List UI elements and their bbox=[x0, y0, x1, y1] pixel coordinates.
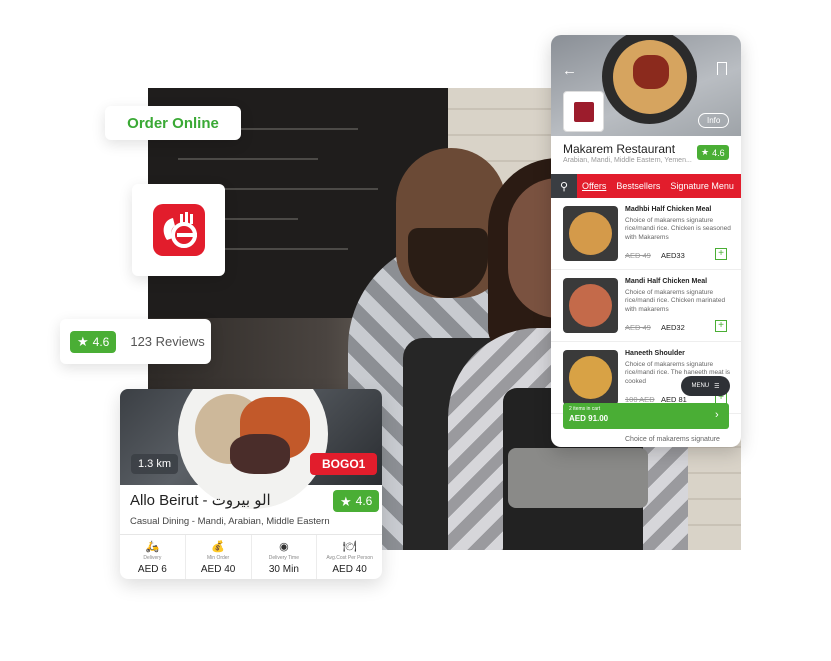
add-item-button[interactable]: + bbox=[715, 320, 727, 332]
dish-image bbox=[563, 206, 618, 261]
restaurant-cuisines: Arabian, Mandi, Middle Eastern, Yemen... bbox=[563, 157, 692, 164]
back-arrow-icon[interactable]: ← bbox=[562, 62, 577, 79]
star-icon: ★ bbox=[77, 334, 89, 349]
cart-total: AED 91.00 bbox=[569, 414, 609, 423]
rating-score: 4.6 bbox=[92, 334, 110, 349]
dish-name: Madhbi Half Chicken Meal bbox=[625, 206, 712, 213]
dish-price: AED33 bbox=[661, 251, 685, 260]
chevron-right-icon: › bbox=[715, 409, 719, 421]
dish-description: Choice of makarems signature rice/mandi … bbox=[625, 217, 731, 241]
dish-description: Choice of makarems signature rice/mandi … bbox=[625, 289, 726, 313]
min-order-icon: 💰 bbox=[211, 541, 225, 553]
stat-avg-cost: 🍽 Avg.Cost Per Person AED 40 bbox=[317, 535, 382, 579]
search-icon[interactable]: ⚲ bbox=[551, 174, 577, 198]
phone-restaurant-screen: ← Info Makarem Restaurant Arabian, Mandi… bbox=[551, 35, 741, 447]
stat-value: AED 40 bbox=[332, 564, 367, 575]
restaurant-category: Casual Dining - Mandi, Arabian, Middle E… bbox=[130, 516, 330, 527]
stat-value: AED 6 bbox=[137, 564, 167, 575]
restaurant-rating: 4.6 bbox=[355, 494, 373, 508]
stat-delivery: 🛵 Delivery AED 6 bbox=[120, 535, 186, 579]
dish-price: AED32 bbox=[661, 323, 685, 332]
dish-old-price: AED 49 bbox=[625, 251, 651, 260]
avg-cost-icon: 🍽 bbox=[342, 541, 357, 553]
restaurant-name: Allo Beirut - الو بيروت bbox=[130, 492, 271, 509]
menu-item[interactable]: Mandi Half Chicken Meal Choice of makare… bbox=[551, 270, 741, 342]
star-icon: ★ bbox=[701, 147, 710, 157]
restaurant-title: Makarem Restaurant bbox=[563, 142, 676, 156]
dish-name: Haneeth Shoulder bbox=[625, 350, 685, 357]
order-online-label: Order Online bbox=[105, 106, 241, 140]
stat-value: AED 40 bbox=[200, 564, 236, 575]
app-logo-card bbox=[132, 184, 225, 276]
restaurant-stats: 🛵 Delivery AED 6 💰 Min Order AED 40 ◉ De… bbox=[120, 534, 382, 579]
dish-image bbox=[563, 350, 618, 405]
rating-badge: ★ 4.6 bbox=[70, 330, 117, 353]
star-icon: ★ bbox=[340, 493, 352, 509]
distance-badge: 1.3 km bbox=[131, 454, 179, 474]
offer-badge: BOGO1 bbox=[310, 453, 378, 475]
stat-label: Delivery bbox=[143, 555, 162, 561]
restaurant-logo bbox=[563, 91, 604, 132]
delivery-time-icon: ◉ bbox=[279, 541, 289, 553]
menu-tabs: ⚲ Offers Bestsellers Signature Menu bbox=[551, 174, 741, 198]
tab-offers[interactable]: Offers bbox=[577, 181, 611, 191]
tab-bestsellers[interactable]: Bestsellers bbox=[611, 181, 665, 191]
menu-item[interactable]: Madhbi Half Chicken Meal Choice of makar… bbox=[551, 198, 741, 270]
stat-min-order: 💰 Min Order AED 40 bbox=[186, 535, 252, 579]
hamburger-icon: ☰ bbox=[714, 383, 720, 390]
add-item-button[interactable]: + bbox=[715, 248, 727, 260]
stat-label: Avg.Cost Per Person bbox=[326, 555, 373, 561]
dish-old-price: AED 49 bbox=[625, 323, 651, 332]
dish-name: Mandi Half Chicken Meal bbox=[625, 278, 708, 285]
delivery-icon: 🛵 bbox=[145, 541, 160, 553]
restaurant-card[interactable]: 1.3 km BOGO1 Allo Beirut - الو بيروت ★ 4… bbox=[120, 389, 382, 579]
view-cart-button[interactable]: 2 items in cart AED 91.00 › bbox=[563, 403, 729, 429]
rating-card: ★ 4.6 123 Reviews bbox=[60, 319, 211, 364]
app-logo-icon bbox=[152, 204, 205, 256]
cart-item-count: 2 items in cart bbox=[569, 406, 601, 412]
dish-description: Choice of makarems signature bbox=[625, 436, 720, 443]
stat-delivery-time: ◉ Delivery Time 30 Min bbox=[252, 535, 318, 579]
tab-signature-menu[interactable]: Signature Menu bbox=[665, 181, 739, 191]
menu-button[interactable]: MENU ☰ bbox=[681, 376, 730, 396]
info-button[interactable]: Info bbox=[698, 113, 730, 128]
dish-image bbox=[563, 278, 618, 333]
restaurant-rating-badge: ★ 4.6 bbox=[697, 145, 729, 160]
bookmark-icon[interactable] bbox=[717, 62, 727, 75]
review-count: 123 Reviews bbox=[130, 334, 205, 349]
stat-value: 30 Min bbox=[268, 564, 299, 575]
restaurant-rating: 4.6 bbox=[712, 147, 725, 158]
stat-label: Delivery Time bbox=[268, 555, 300, 561]
stat-label: Min Order bbox=[207, 555, 230, 561]
restaurant-rating-badge: ★ 4.6 bbox=[333, 490, 380, 512]
menu-label: MENU bbox=[691, 383, 710, 389]
